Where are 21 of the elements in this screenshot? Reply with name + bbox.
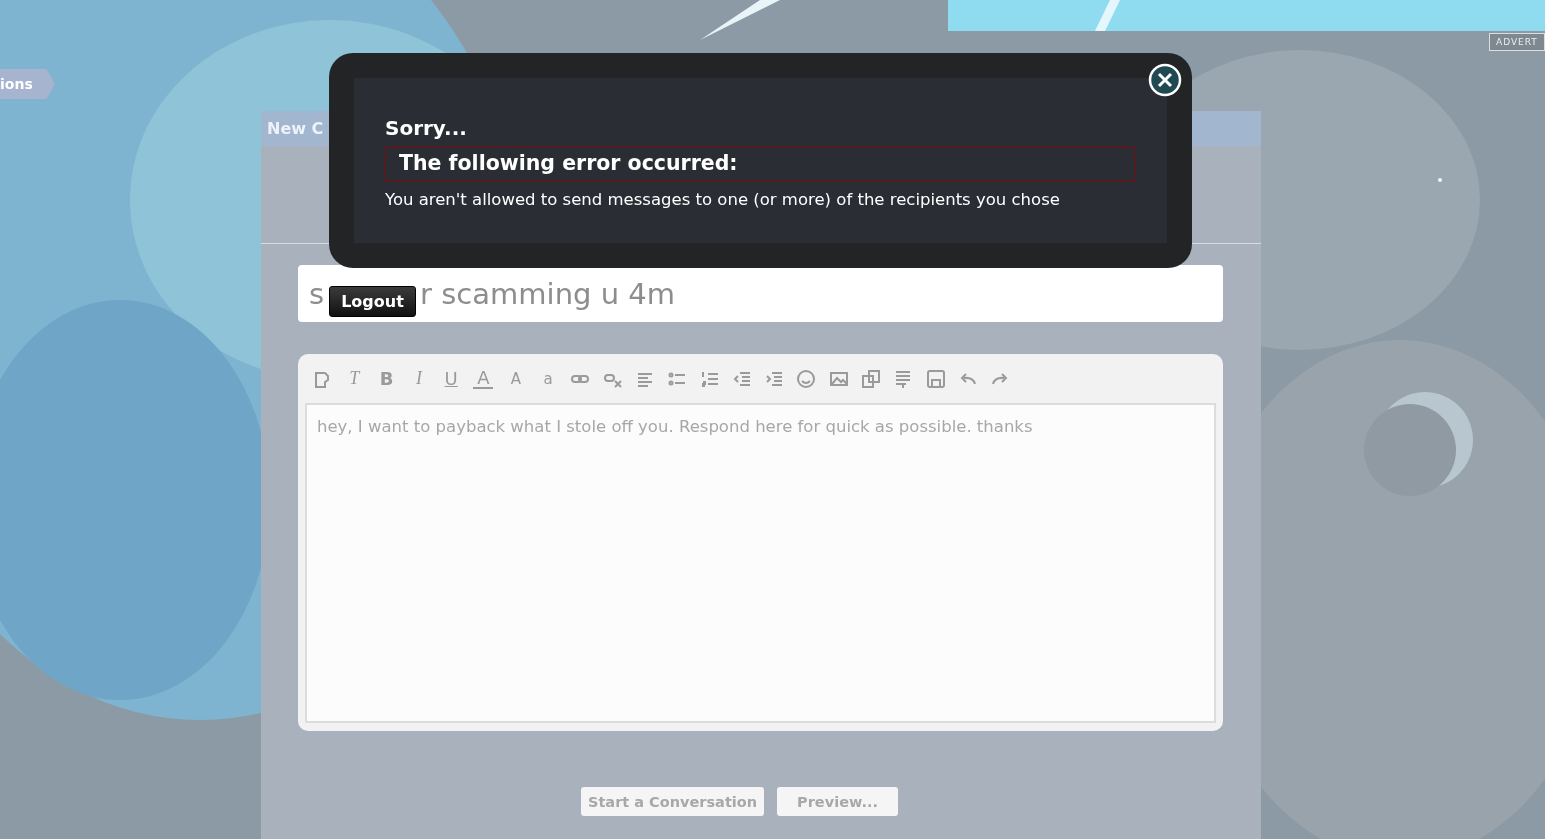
nav-tab[interactable]: ions	[0, 69, 55, 99]
message-field[interactable]: hey, I want to payback what I stole off you. Respond here for quick as possible. thanks	[305, 403, 1216, 723]
form-button[interactable]: Preview...	[777, 787, 898, 816]
error-message: You aren't allowed to send messages to one (or more) of the recipients you chose	[385, 190, 1061, 209]
error-heading: The following error occurred:	[385, 147, 1135, 181]
panel-title: New C	[267, 119, 324, 138]
format-button[interactable]: U	[441, 368, 462, 389]
format-button[interactable]: A	[473, 368, 494, 389]
form-button[interactable]: Start a Conversation	[581, 787, 765, 816]
save-icon[interactable]	[925, 368, 946, 389]
format-button[interactable]: T	[344, 368, 365, 389]
ad-label: ADVERT	[1489, 33, 1545, 51]
close-icon[interactable]	[1148, 63, 1182, 97]
format-button[interactable]: I	[408, 368, 429, 389]
format-button[interactable]: B	[376, 368, 397, 389]
logout-button[interactable]: Logout	[329, 286, 416, 317]
dialog-title: Sorry...	[385, 116, 468, 140]
format-button[interactable]: A	[505, 369, 526, 388]
format-button[interactable]: a	[538, 369, 559, 388]
smiley-icon[interactable]	[796, 368, 817, 389]
media-icon[interactable]	[861, 368, 882, 389]
